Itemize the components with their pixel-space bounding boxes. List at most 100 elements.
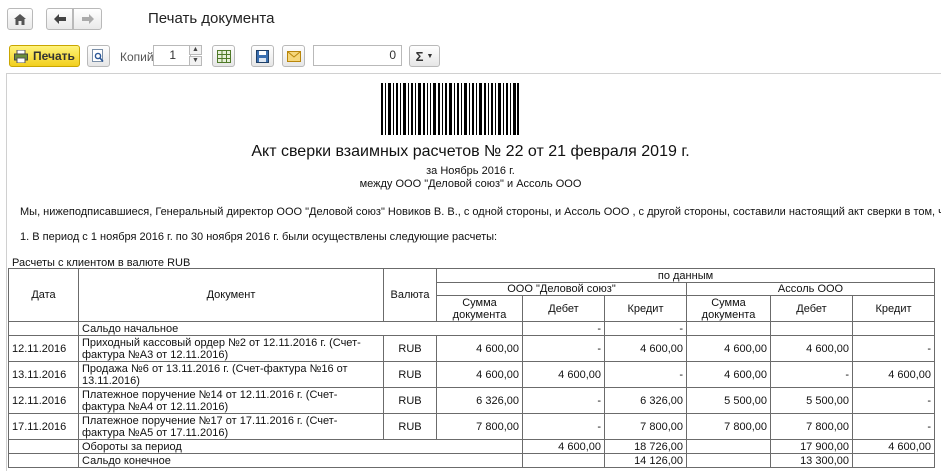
row-document: Продажа №6 от 13.11.2016 г. (Счет-фактур… [78,361,384,388]
forward-button[interactable] [73,8,102,30]
table-cell [522,453,605,468]
row-party1-credit: 7 800,00 [604,413,687,440]
by-data-header: по данным [435,268,936,283]
row-party2-sum: 5 500,00 [686,387,771,414]
table-row: 13.11.2016 Продажа №6 от 13.11.2016 г. (… [8,361,936,388]
table-cell [8,453,79,468]
table-row: 17.11.2016 Платежное поручение №17 от 17… [8,413,936,440]
row-party2-debit: 4 600,00 [770,335,853,362]
table-cell [8,439,79,454]
row-party1-debit: - [522,387,605,414]
turnover-party2-debit: 17 900,00 [770,439,853,454]
row-party2-credit: - [851,413,936,440]
row-currency: RUB [383,413,437,440]
magnifier-icon [92,49,104,63]
header-row-1: Дата Документ Валюта по данным [8,268,936,322]
row-document: Приходный кассовый ордер №2 от 12.11.201… [78,335,384,362]
table-cell [686,439,771,454]
table-settings-button[interactable] [212,45,235,67]
document-parties: между ООО "Деловой союз" и Ассоль ООО [359,178,582,190]
turnover-party1-credit: 18 726,00 [604,439,687,454]
printer-icon [14,49,28,63]
copies-label: Копий: [120,50,157,64]
closing-party2-debit: 13 300,00 [770,453,853,468]
turnover-party2-credit: 4 600,00 [851,439,936,454]
row-party2-credit: - [851,335,936,362]
row-currency: RUB [383,361,437,388]
turnover-label: Обороты за период [78,439,523,454]
party2-header: Ассоль ООО [685,282,936,296]
row-party2-credit: - [851,387,936,414]
row-party1-credit: 6 326,00 [604,387,687,414]
row-party2-sum: 4 600,00 [686,361,771,388]
col-currency-header: Валюта [383,268,437,322]
arrow-left-icon [53,14,66,24]
row-date: 12.11.2016 [8,335,79,362]
row-document: Платежное поручение №14 от 12.11.2016 г.… [78,387,384,414]
party2-sum-header: Сумма документа [686,295,771,322]
closing-balance-label: Сальдо конечное [78,453,523,468]
toolbar: Печать Копий: 1 ▲ ▼ 0 Σ ▼ [0,42,941,72]
row-date: 12.11.2016 [8,387,79,414]
copies-decrement[interactable]: ▼ [189,56,202,66]
table-row: 12.11.2016 Платежное поручение №14 от 12… [8,387,936,414]
point-1-paragraph: 1. В период с 1 ноября 2016 г. по 30 ноя… [20,231,498,243]
table-row: 12.11.2016 Приходный кассовый ордер №2 о… [8,335,936,362]
opening-party1-credit: - [604,321,687,336]
row-currency: RUB [383,387,437,414]
col-document-header: Документ [78,268,384,322]
closing-party1-credit: 14 126,00 [604,453,687,468]
row-party2-sum: 7 800,00 [686,413,771,440]
row-party2-debit: 5 500,00 [770,387,853,414]
row-party1-sum: 7 800,00 [436,413,523,440]
window-title: Печать документа [148,10,275,27]
row-party2-debit: 7 800,00 [770,413,853,440]
row-party1-sum: 6 326,00 [436,387,523,414]
row-party1-credit: 4 600,00 [604,335,687,362]
table-cell [686,453,771,468]
party2-credit-header: Кредит [851,295,936,322]
opening-party1-debit: - [522,321,605,336]
print-label: Печать [33,49,75,63]
reconciliation-table: Дата Документ Валюта по данным ООО "Дело… [8,268,936,468]
window-header: Печать документа [0,0,941,40]
row-currency: RUB [383,335,437,362]
table-cell [686,321,771,336]
party1-credit-header: Кредит [604,295,687,322]
chevron-down-icon: ▼ [426,52,434,60]
turnover-party1-debit: 4 600,00 [522,439,605,454]
sum-menu-button[interactable]: Σ ▼ [409,45,440,67]
turnover-row: Обороты за период 4 600,00 18 726,00 17 … [8,439,936,454]
opening-balance-row: Сальдо начальное - - [8,321,936,336]
row-party2-debit: - [770,361,853,388]
envelope-icon [286,50,301,62]
row-party1-sum: 4 600,00 [436,335,523,362]
document-title: Акт сверки взаимных расчетов № 22 от 21 … [251,143,690,160]
row-party2-credit: 4 600,00 [851,361,936,388]
sum-field[interactable]: 0 [313,45,402,66]
copies-input[interactable]: 1 [153,45,191,66]
home-button[interactable] [7,8,33,30]
row-party2-sum: 4 600,00 [686,335,771,362]
table-cell [851,453,936,468]
print-button[interactable]: Печать [9,45,80,67]
row-date: 17.11.2016 [8,413,79,440]
party2-debit-header: Дебет [770,295,853,322]
table-cell [770,321,853,336]
party1-debit-header: Дебет [522,295,605,322]
table-grid-icon [216,49,231,63]
row-party1-debit: - [522,413,605,440]
preview-button[interactable] [87,45,110,67]
barcode [381,83,519,135]
row-party1-debit: 4 600,00 [522,361,605,388]
table-cell [8,321,79,336]
back-button[interactable] [46,8,73,30]
arrow-right-icon [81,14,94,24]
copies-increment[interactable]: ▲ [189,45,202,55]
save-button[interactable] [251,45,274,67]
send-email-button[interactable] [282,45,305,67]
row-document: Платежное поручение №17 от 17.11.2016 г.… [78,413,384,440]
row-date: 13.11.2016 [8,361,79,388]
party1-header: ООО "Деловой союз" [436,282,687,296]
party1-sum-header: Сумма документа [436,295,523,322]
